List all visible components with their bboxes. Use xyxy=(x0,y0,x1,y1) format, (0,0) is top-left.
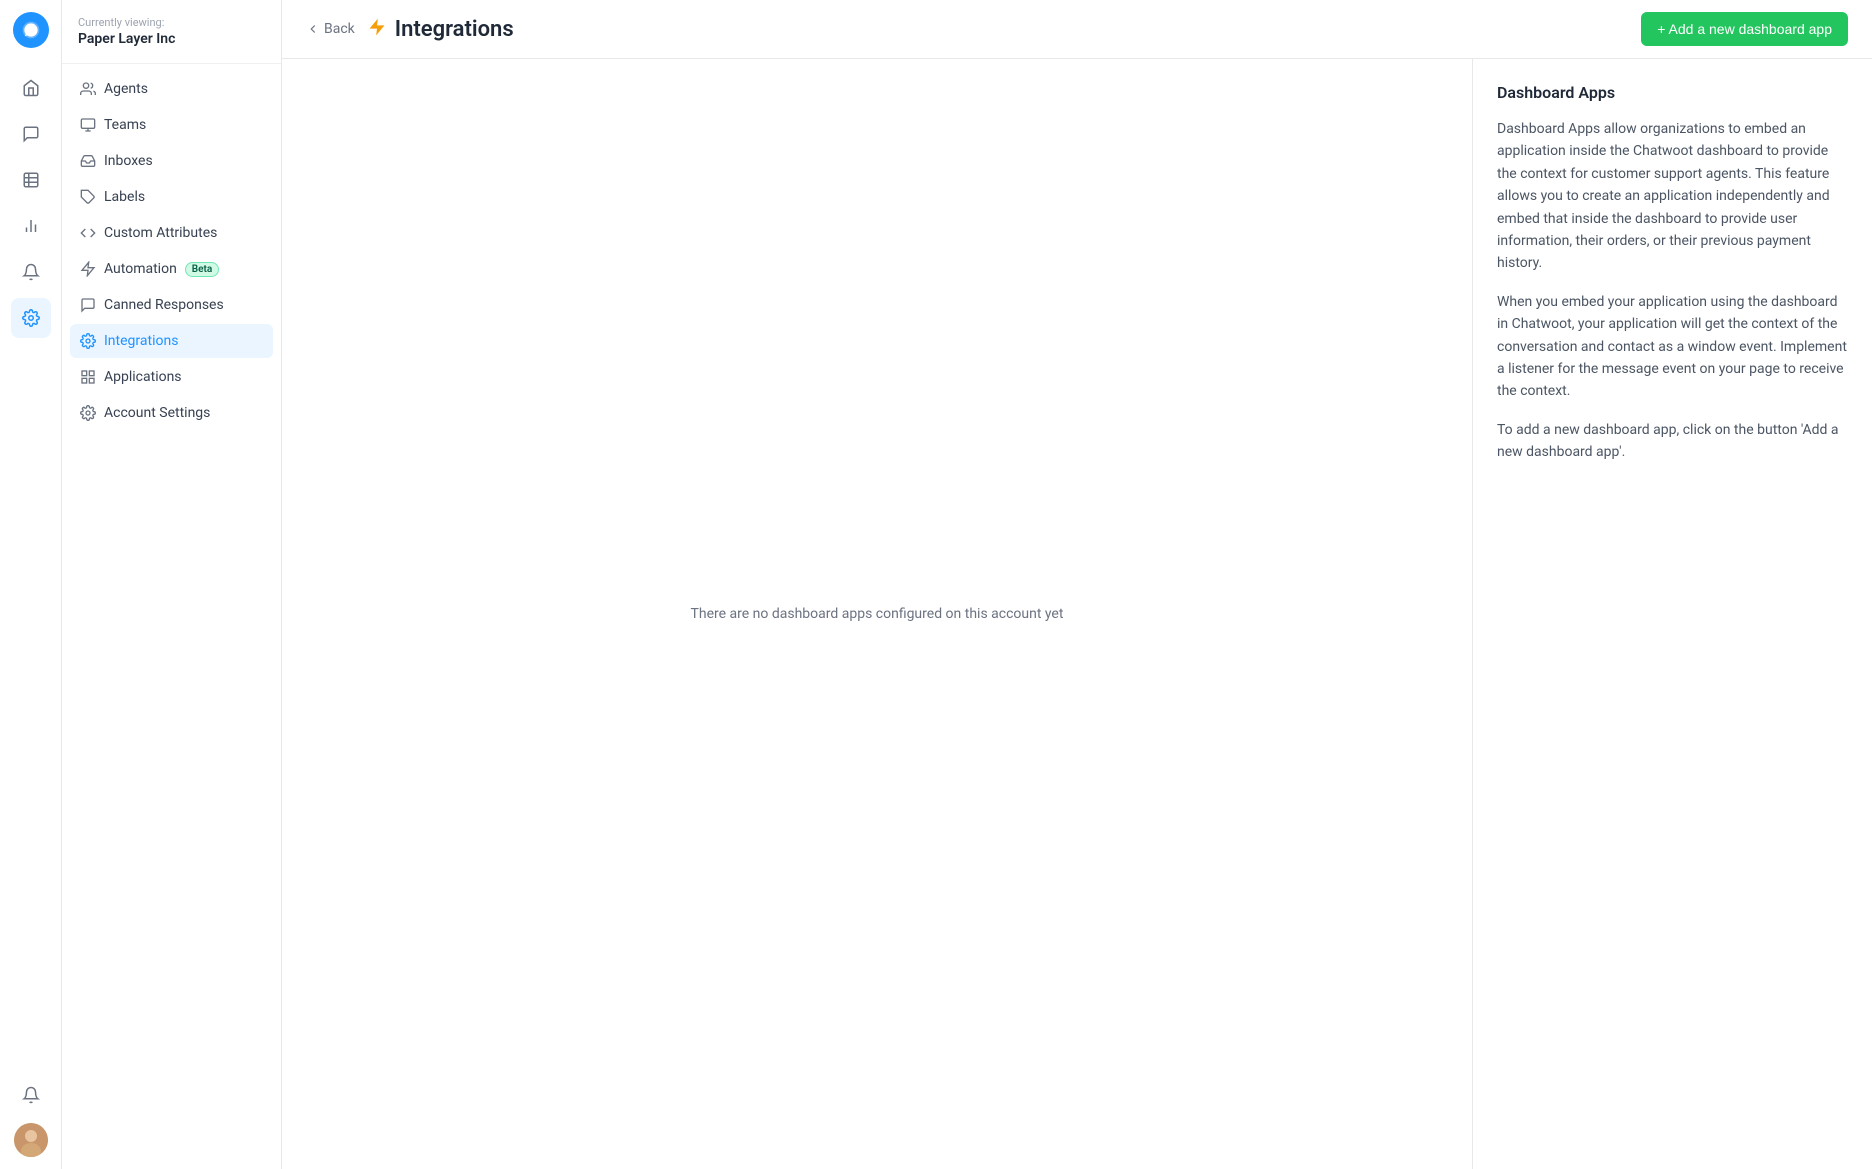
sidebar-nav: Agents Teams Inboxes Labels Custom Attri… xyxy=(62,72,281,430)
sidebar-header: Currently viewing: Paper Layer Inc xyxy=(62,16,281,64)
canned-icon xyxy=(80,297,96,313)
sidebar-item-automation[interactable]: Automation Beta xyxy=(70,252,273,286)
bolt-icon xyxy=(367,17,387,37)
sidebar-label-inboxes: Inboxes xyxy=(104,153,153,169)
sidebar-item-integrations[interactable]: Integrations xyxy=(70,324,273,358)
icon-bar-nav xyxy=(11,68,51,1075)
account-settings-icon xyxy=(80,405,96,421)
team-icon xyxy=(80,117,96,133)
info-panel-title: Dashboard Apps xyxy=(1497,83,1848,102)
sidebar-label-custom-attributes: Custom Attributes xyxy=(104,225,217,241)
back-link[interactable]: Back xyxy=(306,21,355,37)
info-panel-p1: Dashboard Apps allow organizations to em… xyxy=(1497,118,1848,275)
icon-bar xyxy=(0,0,62,1169)
add-dashboard-app-button[interactable]: + Add a new dashboard app xyxy=(1641,12,1848,46)
info-panel: Dashboard Apps Dashboard Apps allow orga… xyxy=(1472,59,1872,1169)
sidebar-label-labels: Labels xyxy=(104,189,145,205)
sidebar-item-teams[interactable]: Teams xyxy=(70,108,273,142)
nav-reports[interactable] xyxy=(11,206,51,246)
sidebar-label-integrations: Integrations xyxy=(104,333,178,349)
info-panel-p3: To add a new dashboard app, click on the… xyxy=(1497,419,1848,464)
avatar[interactable] xyxy=(14,1123,48,1157)
topbar-left: Back Integrations xyxy=(306,17,514,42)
sidebar-item-canned-responses[interactable]: Canned Responses xyxy=(70,288,273,322)
sidebar-item-inboxes[interactable]: Inboxes xyxy=(70,144,273,178)
page-title: Integrations xyxy=(395,17,514,42)
sidebar-item-applications[interactable]: Applications xyxy=(70,360,273,394)
nav-conversations[interactable] xyxy=(11,114,51,154)
inbox-icon xyxy=(80,153,96,169)
attribute-icon xyxy=(80,225,96,241)
back-chevron-icon xyxy=(306,22,320,36)
automation-icon xyxy=(80,261,96,277)
info-panel-p2: When you embed your application using th… xyxy=(1497,291,1848,403)
settings-nav-icon xyxy=(22,309,40,327)
sidebar-label-agents: Agents xyxy=(104,81,148,97)
sidebar-item-account-settings[interactable]: Account Settings xyxy=(70,396,273,430)
sidebar-item-custom-attributes[interactable]: Custom Attributes xyxy=(70,216,273,250)
topbar: Back Integrations + Add a new dashboard … xyxy=(282,0,1872,59)
home-icon xyxy=(22,79,40,97)
back-label: Back xyxy=(324,21,355,37)
contacts-icon xyxy=(22,171,40,189)
logo-icon xyxy=(21,20,41,40)
content-area: There are no dashboard apps configured o… xyxy=(282,59,1872,1169)
applications-icon xyxy=(80,369,96,385)
nav-settings[interactable] xyxy=(11,298,51,338)
notifications-icon xyxy=(22,263,40,281)
sidebar-label-account-settings: Account Settings xyxy=(104,405,210,421)
sidebar-label-teams: Teams xyxy=(104,117,146,133)
sidebar-label-canned-responses: Canned Responses xyxy=(104,297,224,313)
main-area: Back Integrations + Add a new dashboard … xyxy=(282,0,1872,1169)
sidebar-item-agents[interactable]: Agents xyxy=(70,72,273,106)
reports-icon xyxy=(22,217,40,235)
account-name: Paper Layer Inc xyxy=(78,31,265,47)
sidebar: Currently viewing: Paper Layer Inc Agent… xyxy=(62,0,282,1169)
nav-notifications[interactable] xyxy=(11,252,51,292)
nav-home[interactable] xyxy=(11,68,51,108)
beta-badge: Beta xyxy=(185,262,219,277)
topbar-title-group: Integrations xyxy=(367,17,514,42)
integrations-icon xyxy=(80,333,96,349)
currently-viewing-label: Currently viewing: xyxy=(78,16,265,29)
lightning-icon xyxy=(367,17,387,41)
tag-icon xyxy=(80,189,96,205)
nav-bell[interactable] xyxy=(11,1075,51,1115)
chat-icon xyxy=(22,125,40,143)
sidebar-label-applications: Applications xyxy=(104,369,182,385)
main-panel: There are no dashboard apps configured o… xyxy=(282,59,1472,1169)
icon-bar-bottom xyxy=(11,1075,51,1157)
bell-icon xyxy=(22,1086,40,1104)
avatar-icon xyxy=(14,1123,48,1157)
empty-state-text: There are no dashboard apps configured o… xyxy=(691,606,1064,622)
logo[interactable] xyxy=(13,12,49,48)
users-icon xyxy=(80,81,96,97)
sidebar-item-labels[interactable]: Labels xyxy=(70,180,273,214)
nav-contacts[interactable] xyxy=(11,160,51,200)
sidebar-label-automation: Automation xyxy=(104,261,177,277)
